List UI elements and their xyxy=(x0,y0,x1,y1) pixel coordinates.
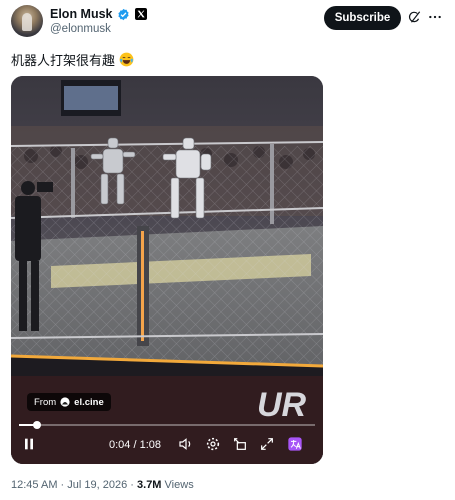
post-header: Elon Musk @elonmusk Subscribe xyxy=(0,0,455,45)
pause-icon[interactable] xyxy=(21,436,37,452)
video-time: 0:04 / 1:08 xyxy=(109,439,161,451)
post-text: 机器人打架很有趣 xyxy=(11,50,134,69)
author-name-row: Elon Musk xyxy=(50,6,147,22)
video-progress-handle[interactable] xyxy=(32,421,41,429)
source-attribution[interactable]: From el.cine xyxy=(27,393,111,411)
meta-dot-2: · xyxy=(130,479,134,491)
fullscreen-icon[interactable] xyxy=(259,436,275,452)
post-date[interactable]: Jul 19, 2026 xyxy=(67,479,127,491)
post-meta: 12:45 AM · Jul 19, 2026 · 3.7M Views xyxy=(11,479,194,491)
video-progress-bar[interactable] xyxy=(19,421,315,429)
duration: 1:08 xyxy=(139,439,162,451)
svg-text:UR: UR xyxy=(257,386,307,424)
more-icon[interactable] xyxy=(428,10,442,24)
grok-icon[interactable] xyxy=(408,10,422,24)
source-avatar-icon xyxy=(60,397,70,407)
from-label: From xyxy=(34,396,57,408)
subscribe-button[interactable]: Subscribe xyxy=(324,6,401,30)
post-text-content: 机器人打架很有趣 xyxy=(11,53,116,68)
views-label: Views xyxy=(164,479,194,491)
meta-dot-1: · xyxy=(60,479,65,491)
source-name: el.cine xyxy=(74,396,104,408)
face-with-tears-of-joy-icon xyxy=(119,52,134,67)
time-separator: / xyxy=(133,439,137,451)
settings-gear-icon[interactable] xyxy=(205,436,221,452)
picture-in-picture-icon[interactable] xyxy=(232,436,248,452)
video-player[interactable]: UR From el.cine 0:04 / 1:08 xyxy=(11,76,323,464)
x-logo-icon xyxy=(134,8,147,20)
volume-icon[interactable] xyxy=(178,436,194,452)
avatar[interactable] xyxy=(11,5,43,37)
post-time[interactable]: 12:45 AM xyxy=(11,479,57,491)
current-time: 0:04 xyxy=(109,439,131,451)
author-handle[interactable]: @elonmusk xyxy=(50,23,111,35)
author-name[interactable]: Elon Musk xyxy=(50,7,113,21)
verified-badge-icon xyxy=(117,8,129,20)
translate-icon[interactable] xyxy=(287,436,303,452)
views-count: 3.7M xyxy=(137,479,162,491)
video-controls: 0:04 / 1:08 xyxy=(11,432,323,456)
